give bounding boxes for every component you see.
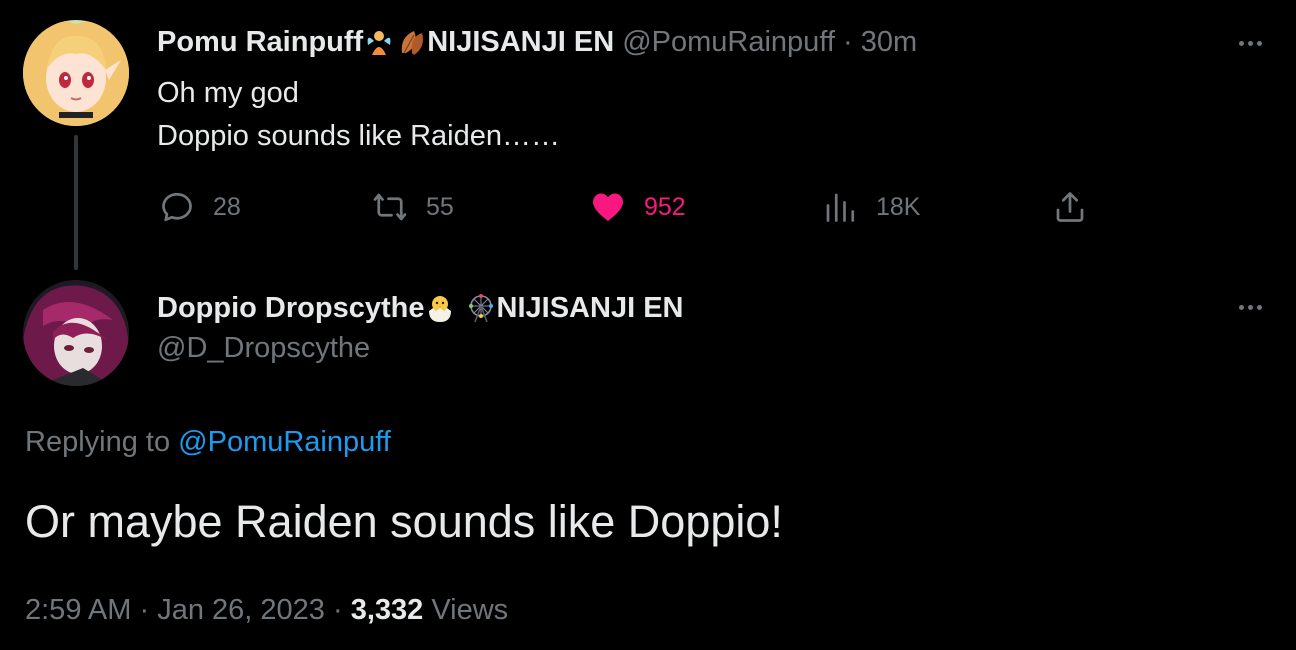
meta-separator: · [332,594,343,626]
reply-author-name[interactable]: Doppio Dropscythe [157,292,424,324]
retweet-count: 55 [426,192,454,221]
tweet-date[interactable]: Jan 26, 2023 [157,594,325,626]
heart-icon [588,187,628,227]
replying-prefix: Replying to [25,426,171,458]
views-count: 18K [876,192,921,221]
tweet-time[interactable]: 2:59 AM [25,594,131,626]
meta-separator: · [139,594,150,626]
header-separator: · [842,26,853,58]
thread-connector-line [74,135,78,270]
reply-tweet-text: Or maybe Raiden sounds like Doppio! [25,496,783,547]
parent-tweet-header: Pomu Rainpuff NIJISANJI EN @PomuRainpuff … [157,22,917,62]
parent-org-name: NIJISANJI EN [427,26,615,58]
more-dot-icon [1256,304,1262,310]
parent-more-options-button[interactable] [1230,28,1270,58]
reply-handle[interactable]: @D_Dropscythe [157,332,370,365]
reply-org-name: NIJISANJI EN [496,292,684,324]
tweet-views-label: Views [431,594,509,626]
parent-tweet-text: Oh my god Doppio sounds like Raiden…… [157,72,560,158]
retweet-icon [370,187,410,227]
parent-timestamp[interactable]: 30m [861,26,917,58]
reply-more-options-button[interactable] [1230,292,1270,322]
more-dot-icon [1256,40,1262,46]
replying-to-line: Replying to @PomuRainpuff [25,422,391,462]
fairy-emoji-icon [364,27,394,57]
reply-count: 28 [213,192,241,221]
parent-author-name[interactable]: Pomu Rainpuff [157,26,363,58]
reply-button[interactable]: 28 [157,186,241,228]
leaf-emoji-icon [396,27,426,57]
reply-icon [157,187,197,227]
share-icon [1050,187,1090,227]
reply-tweet-header: Doppio Dropscythe NIJISANJI EN [157,288,683,328]
analytics-bar-icon [820,187,860,227]
more-dot-icon [1247,40,1253,46]
parent-text-line-1: Oh my god [157,77,299,109]
more-dot-icon [1238,304,1244,310]
tweet-meta-line: 2:59 AM · Jan 26, 2023 · 3,332 Views [25,590,508,630]
ferris-wheel-emoji-icon [466,293,496,323]
tweet-views-count[interactable]: 3,332 [351,594,424,626]
share-button[interactable] [1050,186,1090,228]
hatching-chick-emoji-icon [425,293,455,323]
doppio-avatar[interactable] [23,280,129,386]
like-button[interactable]: 952 [588,186,686,228]
views-button[interactable]: 18K [820,186,920,228]
replying-to-handle-link[interactable]: @PomuRainpuff [178,426,391,458]
more-dot-icon [1238,40,1244,46]
parent-handle[interactable]: @PomuRainpuff [622,26,835,58]
retweet-button[interactable]: 55 [370,186,454,228]
pomu-avatar[interactable] [23,20,129,126]
like-count: 952 [644,192,686,221]
parent-text-line-2: Doppio sounds like Raiden…… [157,120,560,152]
more-dot-icon [1247,304,1253,310]
